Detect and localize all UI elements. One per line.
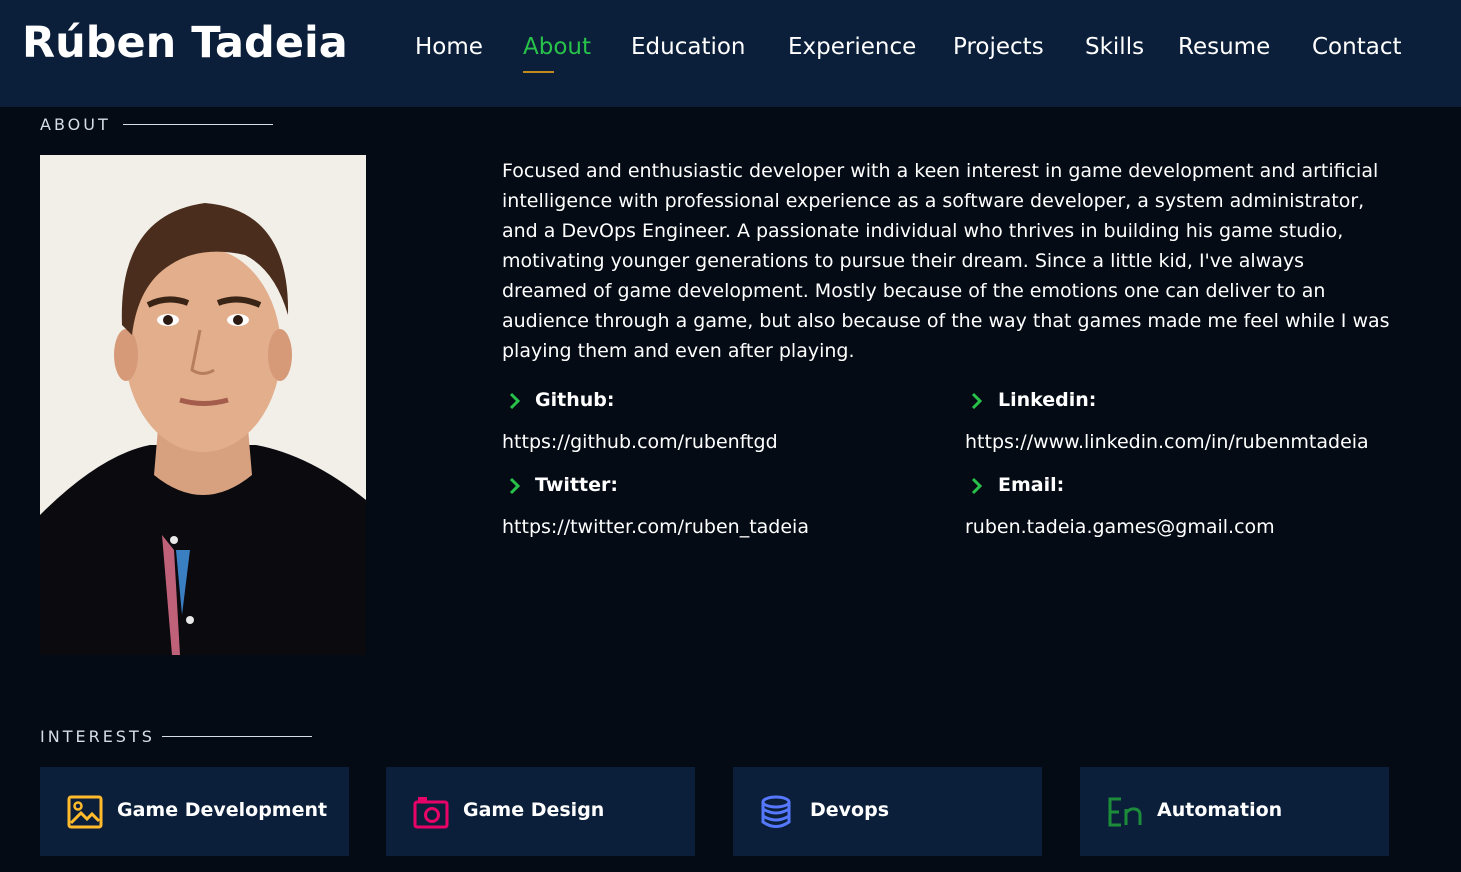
interest-label: Devops [810, 799, 890, 821]
nav-education[interactable]: Education [631, 34, 746, 60]
nav-contact[interactable]: Contact [1312, 34, 1401, 60]
github-link[interactable]: https://github.com/rubenftgd [502, 431, 778, 453]
interest-card-automation[interactable]: Automation [1080, 767, 1389, 856]
interest-card-game-design[interactable]: Game Design [386, 767, 695, 856]
site-header: Rúben Tadeia Home About Education Experi… [0, 0, 1461, 107]
interest-label: Game Development [117, 799, 328, 821]
about-bio: Focused and enthusiastic developer with … [502, 160, 1390, 362]
profile-portrait-illustration [40, 155, 366, 655]
nav-resume[interactable]: Resume [1178, 34, 1270, 60]
linkedin-label: Linkedin: [998, 389, 1097, 411]
chevron-right-icon [971, 477, 983, 495]
en-icon [1108, 797, 1142, 827]
nav-home[interactable]: Home [415, 34, 483, 60]
github-label: Github: [535, 389, 615, 411]
email-link[interactable]: ruben.tadeia.games@gmail.com [965, 516, 1275, 538]
about-title-line [123, 124, 273, 125]
nav-skills[interactable]: Skills [1085, 34, 1144, 60]
camera-icon [413, 797, 449, 829]
twitter-link[interactable]: https://twitter.com/ruben_tadeia [502, 516, 809, 538]
twitter-label: Twitter: [535, 474, 618, 496]
site-logo[interactable]: Rúben Tadeia [22, 18, 348, 68]
about-section-title: ABOUT [40, 115, 111, 134]
interest-label: Automation [1157, 799, 1283, 821]
database-icon [761, 795, 791, 828]
profile-photo [40, 155, 366, 655]
nav-experience[interactable]: Experience [788, 34, 916, 60]
interests-title-line [162, 736, 312, 737]
interest-label: Game Design [463, 799, 605, 821]
email-label: Email: [998, 474, 1065, 496]
nav-active-underline [523, 71, 554, 73]
interest-card-devops[interactable]: Devops [733, 767, 1042, 856]
interest-card-game-development[interactable]: Game Development [40, 767, 349, 856]
image-icon [67, 795, 103, 829]
nav-about-label: About [523, 34, 592, 60]
chevron-right-icon [509, 477, 521, 495]
linkedin-link[interactable]: https://www.linkedin.com/in/rubenmtadeia [965, 431, 1369, 453]
interests-section-title: INTERESTS [40, 727, 155, 746]
chevron-right-icon [971, 392, 983, 410]
nav-projects[interactable]: Projects [953, 34, 1044, 60]
chevron-right-icon [509, 392, 521, 410]
nav-about[interactable]: About [523, 34, 592, 73]
